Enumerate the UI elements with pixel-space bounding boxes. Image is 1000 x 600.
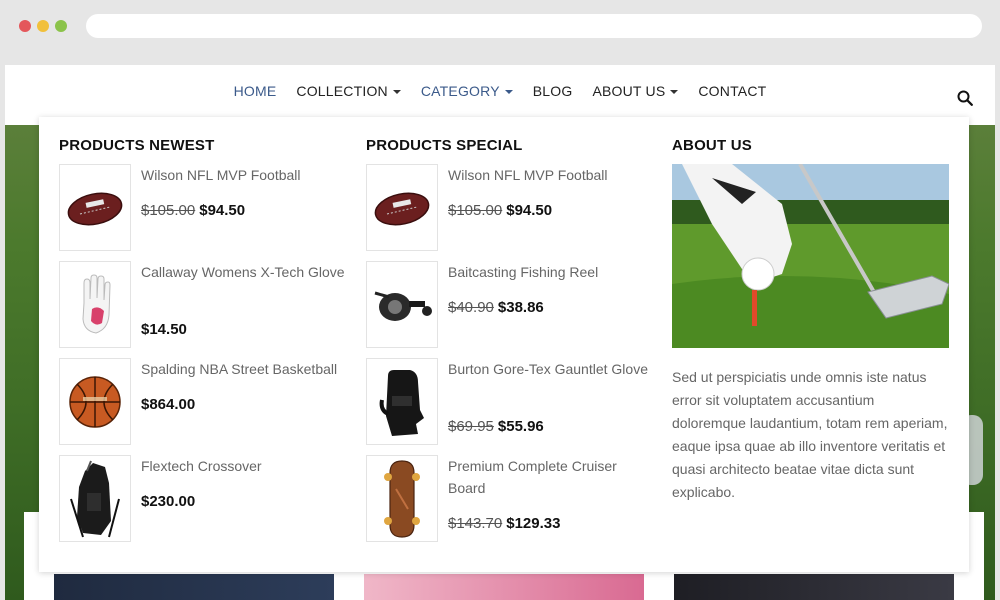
product-price-block: $69.95 $55.96	[448, 418, 544, 435]
product-price: $864.00	[141, 396, 196, 413]
product-price: $129.33	[506, 515, 561, 532]
browser-chrome	[0, 0, 1000, 52]
search-icon[interactable]	[957, 90, 973, 106]
product-item[interactable]: Callaway Womens X-Tech Glove $14.50	[59, 261, 349, 358]
about-golf-image	[672, 164, 949, 348]
close-window-button[interactable]	[19, 20, 31, 32]
product-name[interactable]: Flextech Crossover	[141, 455, 351, 477]
product-old-price: $143.70	[448, 515, 503, 532]
product-price: $38.86	[497, 299, 544, 316]
golf-scene-icon	[672, 164, 949, 348]
maximize-window-button[interactable]	[55, 20, 67, 32]
nav-label: ABOUT US	[592, 83, 666, 99]
nav-item-about-us[interactable]: ABOUT US	[592, 83, 679, 99]
product-old-price: $69.95	[448, 418, 494, 435]
product-price: $14.50	[141, 321, 187, 338]
product-item[interactable]: Spalding NBA Street Basketball $864.00	[59, 358, 349, 455]
products-special-column: PRODUCTS SPECIAL Wilson NFL MVP Football…	[366, 137, 656, 552]
product-item[interactable]: Burton Gore-Tex Gauntlet Glove $69.95 $55…	[366, 358, 656, 455]
basketball-icon	[69, 375, 121, 428]
product-price: $94.50	[506, 202, 553, 219]
product-price-block: $143.70 $129.33	[448, 515, 560, 532]
product-image[interactable]	[59, 358, 131, 445]
football-icon	[67, 192, 123, 225]
featured-thumb[interactable]	[364, 574, 644, 600]
caret-down-icon	[504, 90, 513, 94]
product-price-block: $40.90 $38.86	[448, 299, 544, 316]
nav-item-collection[interactable]: COLLECTION	[296, 83, 401, 99]
category-mega-menu: PRODUCTS NEWEST Wilson NFL MVP Football …	[39, 117, 969, 572]
product-old-price: $40.90	[448, 299, 494, 316]
product-name[interactable]: Burton Gore-Tex Gauntlet Glove	[448, 358, 658, 380]
glove-icon	[82, 273, 111, 334]
product-old-price: $105.00	[448, 202, 503, 219]
product-price-block: $864.00	[141, 396, 195, 413]
product-name[interactable]: Wilson NFL MVP Football	[448, 164, 658, 186]
skateboard-icon	[384, 459, 420, 538]
product-item[interactable]: Wilson NFL MVP Football $105.00 $94.50	[366, 164, 656, 261]
nav-list: HOME COLLECTION CATEGORY BLOG ABOUT US C…	[5, 83, 995, 99]
nav-label: CATEGORY	[420, 83, 500, 99]
nav-item-contact[interactable]: CONTACT	[698, 83, 766, 99]
golf-bag-icon	[70, 460, 120, 537]
minimize-window-button[interactable]	[37, 20, 49, 32]
product-item[interactable]: Baitcasting Fishing Reel $40.90 $38.86	[366, 261, 656, 358]
product-name[interactable]: Spalding NBA Street Basketball	[141, 358, 351, 380]
address-bar[interactable]	[86, 14, 982, 38]
product-image[interactable]	[366, 358, 438, 445]
products-newest-column: PRODUCTS NEWEST Wilson NFL MVP Football …	[59, 137, 349, 552]
product-image[interactable]	[59, 455, 131, 542]
product-old-price: $105.00	[141, 202, 196, 219]
fishing-reel-icon	[374, 291, 432, 321]
product-item[interactable]: Wilson NFL MVP Football $105.00 $94.50	[59, 164, 349, 261]
product-name[interactable]: Callaway Womens X-Tech Glove	[141, 261, 351, 283]
product-price: $94.50	[199, 202, 246, 219]
about-us-column: ABOUT US Sed ut perspiciatis unde omnis …	[672, 137, 949, 504]
product-image[interactable]	[59, 164, 131, 251]
product-price: $55.96	[497, 418, 544, 435]
featured-thumb[interactable]	[54, 574, 334, 600]
products-newest-heading: PRODUCTS NEWEST	[59, 137, 215, 154]
product-image[interactable]	[366, 455, 438, 542]
nav-item-category[interactable]: CATEGORY	[421, 83, 513, 99]
product-name[interactable]: Baitcasting Fishing Reel	[448, 261, 658, 283]
caret-down-icon	[392, 90, 401, 94]
main-navigation: HOME COLLECTION CATEGORY BLOG ABOUT US C…	[5, 65, 995, 121]
football-icon	[374, 192, 430, 225]
product-name[interactable]: Premium Complete Cruiser Board	[448, 455, 658, 499]
nav-label: CONTACT	[698, 83, 767, 99]
product-item[interactable]: Flextech Crossover $230.00	[59, 455, 349, 552]
about-us-heading: ABOUT US	[672, 137, 752, 154]
nav-label: COLLECTION	[296, 83, 388, 99]
product-name[interactable]: Wilson NFL MVP Football	[141, 164, 351, 186]
product-price-block: $230.00	[141, 493, 195, 510]
products-special-heading: PRODUCTS SPECIAL	[366, 137, 523, 154]
product-item[interactable]: Premium Complete Cruiser Board $143.70 $1…	[366, 455, 656, 552]
nav-label: BLOG	[532, 83, 573, 99]
product-image[interactable]	[366, 164, 438, 251]
nav-label: HOME	[233, 83, 277, 99]
product-price-block: $105.00 $94.50	[448, 202, 552, 219]
product-image[interactable]	[59, 261, 131, 348]
nav-item-home[interactable]: HOME	[234, 83, 277, 99]
web-page: HOME COLLECTION CATEGORY BLOG ABOUT US C…	[5, 65, 995, 600]
caret-down-icon	[670, 90, 679, 94]
product-price-block: $105.00 $94.50	[141, 202, 245, 219]
nav-item-blog[interactable]: BLOG	[533, 83, 573, 99]
about-us-text: Sed ut perspiciatis unde omnis iste natu…	[672, 369, 948, 500]
product-image[interactable]	[366, 261, 438, 348]
product-price: $230.00	[141, 493, 196, 510]
gauntlet-glove-icon	[379, 369, 424, 436]
featured-thumb[interactable]	[674, 574, 954, 600]
product-price-block: $14.50	[141, 321, 187, 338]
